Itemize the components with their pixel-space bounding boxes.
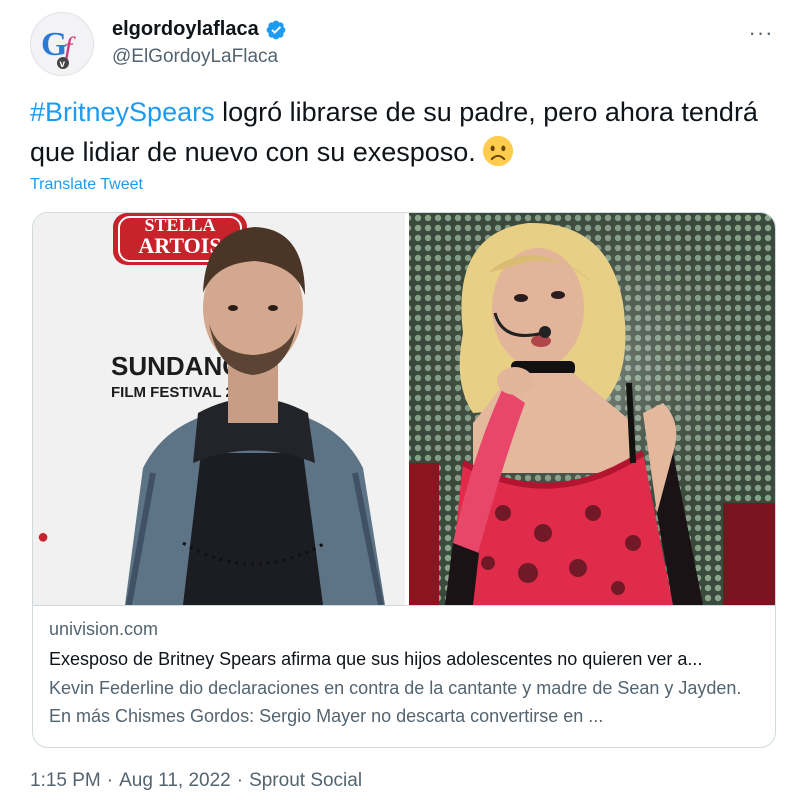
svg-text:v: v: [60, 59, 66, 70]
tweet-time[interactable]: 1:15 PM: [30, 770, 101, 792]
tweet-source[interactable]: Sprout Social: [249, 770, 362, 792]
hashtag-link[interactable]: #BritneySpears: [30, 97, 215, 127]
author-handle[interactable]: @ElGordoyLaFlaca: [112, 46, 287, 68]
card-meta[interactable]: univision.com Exesposo de Britney Spears…: [33, 605, 775, 747]
link-card[interactable]: STELLA ARTOIS SUNDANCE FILM FESTIVAL 2 ●: [32, 212, 776, 748]
festival-sign-text: FILM FESTIVAL 2: [111, 384, 234, 401]
left-photo: STELLA ARTOIS SUNDANCE FILM FESTIVAL 2 ●: [33, 213, 405, 605]
translate-tweet-link[interactable]: Translate Tweet: [30, 176, 143, 194]
card-description: Kevin Federline dio declaraciones en con…: [49, 678, 742, 726]
tweet-footer: 1:15 PM · Aug 11, 2022 · Sprout Social: [30, 770, 362, 792]
author-names: elgordoylaflaca @ElGordoyLaFlaca: [112, 18, 287, 68]
right-photo: [409, 213, 775, 605]
card-title: Exesposo de Britney Spears afirma que su…: [49, 649, 703, 669]
tweet-header: G f v elgordoylaflaca @ElGordoyLaFlaca ·…: [30, 12, 780, 78]
tweet-date[interactable]: Aug 11, 2022: [119, 770, 231, 792]
avatar[interactable]: G f v: [30, 12, 94, 76]
footer-separator: ·: [106, 770, 114, 791]
card-domain: univision.com: [49, 619, 159, 639]
card-image[interactable]: STELLA ARTOIS SUNDANCE FILM FESTIVAL 2 ●: [33, 213, 775, 605]
stella-sign-text: STELLA: [144, 215, 215, 235]
more-options-button[interactable]: ···: [746, 18, 776, 48]
tweet-text: #BritneySpears logró librarse de su padr…: [30, 92, 775, 172]
author-display-name[interactable]: elgordoylaflaca: [112, 18, 259, 41]
slightly-frowning-face-emoji: [482, 135, 513, 167]
avatar-logo-icon: G f v: [31, 13, 93, 75]
svg-text:●: ●: [37, 526, 49, 548]
verified-badge-icon: [266, 20, 286, 39]
artois-sign-text: ARTOIS: [138, 233, 221, 258]
tweet: G f v elgordoylaflaca @ElGordoyLaFlaca ·…: [0, 0, 800, 809]
card-photo-collage: STELLA ARTOIS SUNDANCE FILM FESTIVAL 2 ●: [33, 213, 775, 605]
footer-separator: ·: [236, 770, 244, 791]
